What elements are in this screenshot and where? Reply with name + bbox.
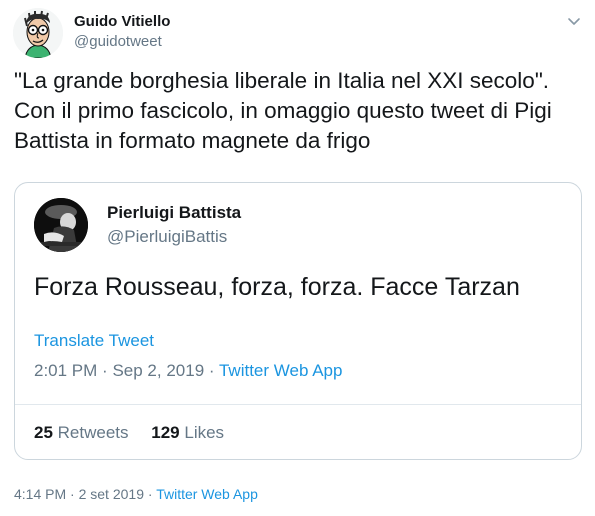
likes-count: 129 xyxy=(151,423,180,442)
quoted-author-name[interactable]: Pierluigi Battista xyxy=(107,203,241,223)
tweet-time[interactable]: 4:14 PM xyxy=(14,486,66,502)
author-avatar[interactable] xyxy=(13,8,63,58)
meta-separator: · xyxy=(208,361,215,380)
meta-separator: · xyxy=(102,361,108,380)
tweet-menu-button[interactable] xyxy=(565,12,583,30)
portrait-photo-icon xyxy=(34,198,88,252)
tweet-card: Guido Vitiello @guidotweet "La grande bo… xyxy=(0,0,595,516)
likes-label: Likes xyxy=(184,423,225,442)
retweets-count: 25 xyxy=(34,423,53,442)
divider xyxy=(15,404,581,405)
retweets-stat[interactable]: 25 Retweets xyxy=(34,423,129,442)
chevron-down-icon xyxy=(568,18,580,25)
meta-separator: · xyxy=(70,486,75,502)
meta-separator: · xyxy=(147,486,153,502)
author-name[interactable]: Guido Vitiello xyxy=(74,13,170,30)
quoted-tweet-time[interactable]: 2:01 PM xyxy=(34,361,97,380)
translate-tweet-link[interactable]: Translate Tweet xyxy=(34,331,154,351)
quoted-tweet-meta: 2:01 PM · Sep 2, 2019 · Twitter Web App xyxy=(34,361,342,381)
quoted-author-handle[interactable]: @PierluigiBattis xyxy=(107,227,227,247)
quoted-author-avatar[interactable] xyxy=(34,198,88,252)
quoted-tweet-stats: 25 Retweets 129 Likes xyxy=(34,423,242,443)
tweet-meta: 4:14 PM · 2 set 2019 · Twitter Web App xyxy=(14,486,258,502)
retweets-label: Retweets xyxy=(57,423,129,442)
author-handle[interactable]: @guidotweet xyxy=(74,33,162,50)
tweet-text: "La grande borghesia liberale in Italia … xyxy=(14,68,552,153)
quoted-tweet[interactable]: Pierluigi Battista @PierluigiBattis Forz… xyxy=(14,182,582,460)
quoted-tweet-date[interactable]: Sep 2, 2019 xyxy=(112,361,204,380)
quoted-tweet-text: Forza Rousseau, forza, forza. Facce Tarz… xyxy=(34,273,520,301)
likes-stat[interactable]: 129 Likes xyxy=(151,423,224,442)
tweet-date[interactable]: 2 set 2019 xyxy=(79,486,144,502)
cartoon-avatar-icon xyxy=(13,8,63,58)
quoted-tweet-source-link[interactable]: Twitter Web App xyxy=(219,361,342,380)
tweet-source-link[interactable]: Twitter Web App xyxy=(156,486,258,502)
